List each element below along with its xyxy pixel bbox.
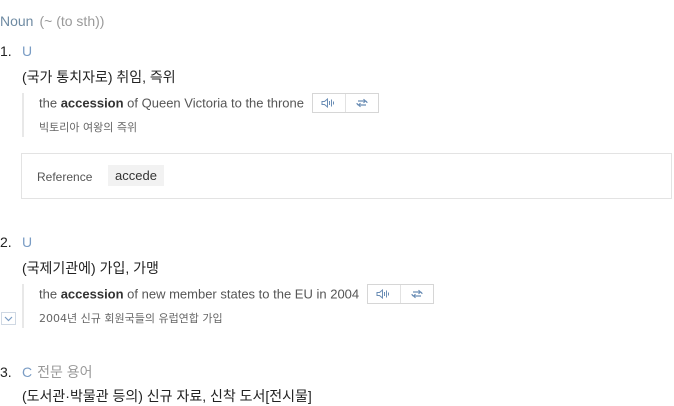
example-sentence: the accession of Queen Victoria to the t… [39, 93, 379, 114]
grammar-code[interactable]: U [22, 234, 32, 250]
reference-label: Reference [37, 170, 93, 184]
example-keyword: accession [60, 286, 124, 302]
pos-name: Noun [0, 13, 34, 29]
sense-1-example: the accession of Queen Victoria to the t… [22, 93, 379, 137]
repeat-icon [411, 289, 423, 299]
repeat-button[interactable] [344, 94, 378, 112]
speaker-waves-icon [376, 289, 389, 299]
part-of-speech: Noun (~ (to sth)) [0, 13, 104, 29]
grammar-code[interactable]: U [22, 43, 32, 59]
pos-pattern: (~ (to sth)) [39, 13, 105, 29]
sense-number: 3. [0, 364, 12, 380]
example-tools [311, 93, 379, 113]
repeat-button[interactable] [399, 285, 433, 303]
reference-box: Reference accede [21, 153, 672, 199]
sense-2-head: 2. U [0, 234, 32, 250]
dictionary-entry: Noun (~ (to sth)) 1. U (국가 통치자로) 취임, 즉위 th… [0, 0, 674, 406]
speaker-waves-icon [321, 98, 334, 108]
sense-3-head: 3. C 전문 용어 [0, 362, 93, 382]
sense-number: 2. [0, 234, 12, 250]
repeat-icon [356, 98, 368, 108]
example-translation: 2004년 신규 회원국들의 유럽연합 가입 [39, 312, 223, 325]
chevron-down-icon [4, 316, 13, 321]
grammar-code[interactable]: C [22, 364, 32, 380]
example-sentence: the accession of new member states to th… [39, 284, 434, 305]
example-translation: 빅토리아 여왕의 즉위 [39, 121, 138, 134]
sense-number: 1. [0, 43, 12, 59]
reference-link[interactable]: accede [108, 165, 164, 186]
listen-button[interactable] [368, 285, 400, 303]
expand-examples-button[interactable] [1, 312, 16, 325]
example-keyword: accession [60, 95, 124, 111]
sense-2-example: the accession of new member states to th… [22, 284, 434, 328]
sense-1-definition: (국가 통치자로) 취임, 즉위 [22, 69, 176, 85]
sense-2-definition: (국제기관에) 가입, 가맹 [22, 260, 159, 276]
example-tools [366, 284, 434, 304]
sense-3-definition: (도서관·박물관 등의) 신규 자료, 신착 도서[전시물] [22, 388, 312, 404]
listen-button[interactable] [313, 94, 345, 112]
sense-1-head: 1. U [0, 43, 32, 59]
domain-label: 전문 용어 [37, 364, 93, 380]
